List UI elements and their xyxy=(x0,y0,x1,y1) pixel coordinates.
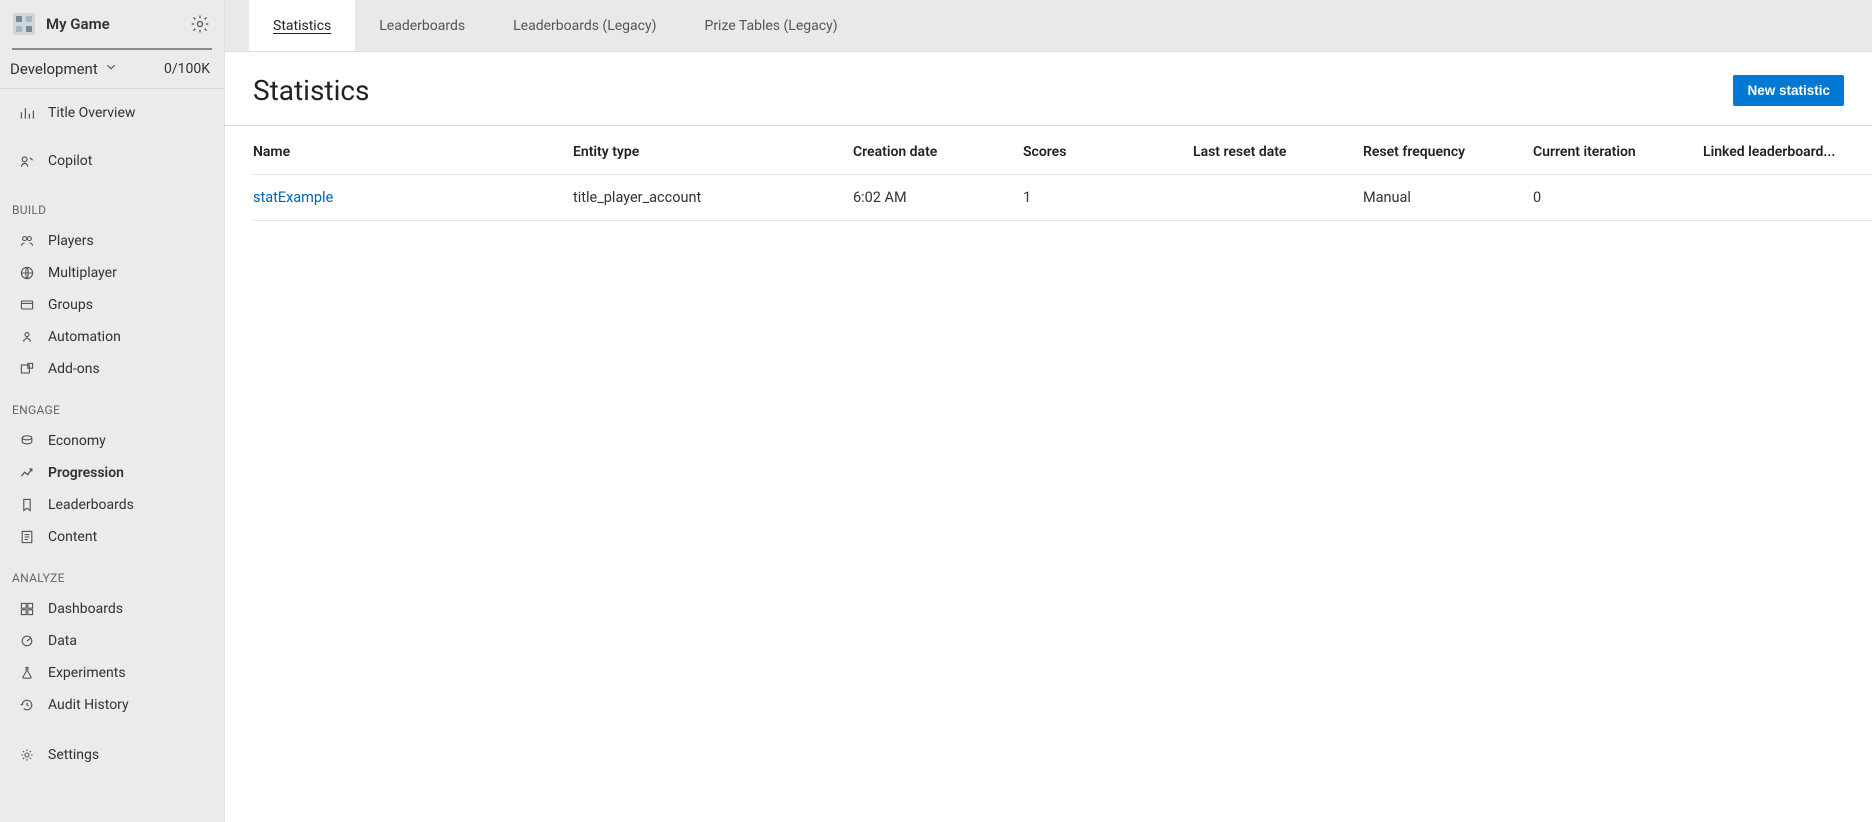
tab-label: Leaderboards (Legacy) xyxy=(513,18,656,34)
sidebar-section-build: BUILD xyxy=(0,185,224,225)
cell-name: statExample xyxy=(253,175,573,221)
gear-icon[interactable] xyxy=(190,14,210,34)
environment-selector[interactable]: Development xyxy=(10,60,118,78)
sidebar-item-automation[interactable]: Automation xyxy=(0,321,224,353)
economy-icon xyxy=(18,432,36,450)
sidebar-item-players[interactable]: Players xyxy=(0,225,224,257)
groups-icon xyxy=(18,296,36,314)
sidebar-item-multiplayer[interactable]: Multiplayer xyxy=(0,257,224,289)
page-header: Statistics New statistic xyxy=(225,52,1872,125)
environment-row: Development 0/100K xyxy=(0,50,224,89)
col-current-iteration[interactable]: Current iteration xyxy=(1533,126,1703,175)
sidebar-item-label: Title Overview xyxy=(48,105,135,121)
players-icon xyxy=(18,232,36,250)
dashboard-icon xyxy=(18,600,36,618)
environment-label: Development xyxy=(10,60,98,78)
col-entity-type[interactable]: Entity type xyxy=(573,126,853,175)
sidebar-item-leaderboards[interactable]: Leaderboards xyxy=(0,489,224,521)
tab-label: Prize Tables (Legacy) xyxy=(704,18,837,34)
sidebar-item-label: Add-ons xyxy=(48,361,100,377)
sidebar-item-label: Data xyxy=(48,633,77,649)
sidebar-item-settings[interactable]: Settings xyxy=(0,739,224,771)
sidebar-header: My Game xyxy=(0,0,224,48)
statistics-table-wrap: Name Entity type Creation date Scores La… xyxy=(225,126,1872,221)
sidebar-item-dashboards[interactable]: Dashboards xyxy=(0,593,224,625)
col-scores[interactable]: Scores xyxy=(1023,126,1193,175)
addons-icon xyxy=(18,360,36,378)
sidebar-item-label: Progression xyxy=(48,465,124,481)
bar-chart-icon xyxy=(18,104,36,122)
cell-linked-leaderboard xyxy=(1703,175,1872,221)
sidebar-item-label: Content xyxy=(48,529,97,545)
table-row: statExample title_player_account 6:02 AM… xyxy=(253,175,1872,221)
data-icon xyxy=(18,632,36,650)
tab-prize-tables-legacy[interactable]: Prize Tables (Legacy) xyxy=(680,0,861,51)
sidebar-item-economy[interactable]: Economy xyxy=(0,425,224,457)
stat-name-link[interactable]: statExample xyxy=(253,189,333,206)
history-icon xyxy=(18,696,36,714)
tab-label: Leaderboards xyxy=(379,18,465,34)
tab-statistics[interactable]: Statistics xyxy=(249,0,355,51)
cell-reset-frequency: Manual xyxy=(1363,175,1533,221)
col-creation-date[interactable]: Creation date xyxy=(853,126,1023,175)
sidebar-item-label: Players xyxy=(48,233,94,249)
tab-leaderboards[interactable]: Leaderboards xyxy=(355,0,489,51)
statistics-table: Name Entity type Creation date Scores La… xyxy=(253,126,1872,221)
page-title: Statistics xyxy=(253,74,370,107)
sidebar-item-title-overview[interactable]: Title Overview xyxy=(0,89,224,137)
chevron-down-icon xyxy=(104,60,118,78)
bookmark-icon xyxy=(18,496,36,514)
sidebar-section-analyze: ANALYZE xyxy=(0,553,224,593)
settings-icon xyxy=(18,746,36,764)
col-linked-leaderboard[interactable]: Linked leaderboard... xyxy=(1703,126,1872,175)
progression-icon xyxy=(18,464,36,482)
sidebar-section-engage: ENGAGE xyxy=(0,385,224,425)
game-title: My Game xyxy=(46,15,190,33)
tab-bar: Statistics Leaderboards Leaderboards (Le… xyxy=(225,0,1872,52)
sidebar-item-label: Leaderboards xyxy=(48,497,134,513)
sidebar-item-experiments[interactable]: Experiments xyxy=(0,657,224,689)
sidebar-item-copilot[interactable]: Copilot xyxy=(0,137,224,185)
cell-current-iteration: 0 xyxy=(1533,175,1703,221)
sidebar-item-label: Automation xyxy=(48,329,121,345)
sidebar-item-label: Economy xyxy=(48,433,106,449)
sidebar-item-label: Dashboards xyxy=(48,601,123,617)
cell-creation-date: 6:02 AM xyxy=(853,175,1023,221)
sidebar-item-audit-history[interactable]: Audit History xyxy=(0,689,224,721)
copilot-icon xyxy=(18,152,36,170)
col-reset-frequency[interactable]: Reset frequency xyxy=(1363,126,1533,175)
sidebar-item-label: Audit History xyxy=(48,697,129,713)
new-statistic-button[interactable]: New statistic xyxy=(1733,75,1844,106)
sidebar-item-data[interactable]: Data xyxy=(0,625,224,657)
automation-icon xyxy=(18,328,36,346)
sidebar-item-groups[interactable]: Groups xyxy=(0,289,224,321)
main-area: Statistics Leaderboards Leaderboards (Le… xyxy=(225,0,1872,822)
cell-scores: 1 xyxy=(1023,175,1193,221)
tab-label: Statistics xyxy=(273,18,331,34)
cell-last-reset-date xyxy=(1193,175,1363,221)
table-header-row: Name Entity type Creation date Scores La… xyxy=(253,126,1872,175)
col-last-reset-date[interactable]: Last reset date xyxy=(1193,126,1363,175)
sidebar-item-addons[interactable]: Add-ons xyxy=(0,353,224,385)
sidebar-item-label: Groups xyxy=(48,297,93,313)
sidebar-item-label: Copilot xyxy=(48,153,92,169)
cell-entity-type: title_player_account xyxy=(573,175,853,221)
sidebar: My Game Development 0/100K Title Overvie… xyxy=(0,0,225,822)
sidebar-item-progression[interactable]: Progression xyxy=(0,457,224,489)
sidebar-item-content[interactable]: Content xyxy=(0,521,224,553)
sidebar-item-label: Multiplayer xyxy=(48,265,117,281)
environment-count: 0/100K xyxy=(164,61,210,77)
document-icon xyxy=(18,528,36,546)
sidebar-item-label: Settings xyxy=(48,747,99,763)
col-name[interactable]: Name xyxy=(253,126,573,175)
sidebar-nav: Title Overview Copilot BUILD Players Mul… xyxy=(0,89,224,822)
flask-icon xyxy=(18,664,36,682)
tab-leaderboards-legacy[interactable]: Leaderboards (Legacy) xyxy=(489,0,680,51)
sidebar-item-label: Experiments xyxy=(48,665,126,681)
globe-icon xyxy=(18,264,36,282)
game-logo-icon xyxy=(12,12,36,36)
